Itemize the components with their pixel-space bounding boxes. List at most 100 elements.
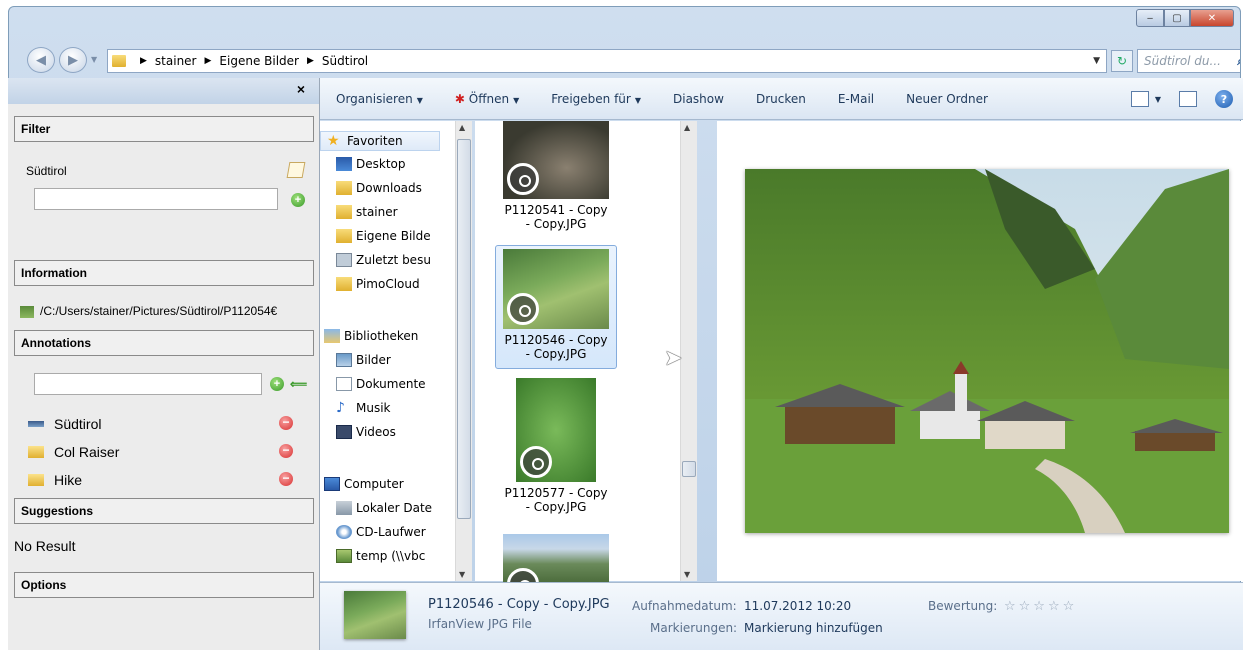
breadcrumb-eigene-bilder[interactable]: Eigene Bilder — [219, 54, 299, 68]
add-annotation-icon[interactable]: + — [270, 377, 284, 391]
file-thumbnail — [516, 378, 596, 482]
details-filename: P1120546 - Copy - Copy.JPG — [428, 597, 610, 612]
folder-icon — [112, 55, 126, 67]
suggestions-header[interactable]: Suggestions — [14, 498, 314, 524]
search-placeholder: Südtirol du... — [1144, 54, 1221, 68]
annotation-item[interactable]: Col Raiser — [28, 444, 119, 460]
videos-icon — [336, 425, 352, 439]
star-icon: ★ — [327, 133, 340, 149]
address-dropdown-icon[interactable]: ▼ — [1087, 56, 1106, 66]
annotation-label: Südtirol — [54, 416, 102, 432]
breadcrumb-suedtirol[interactable]: Südtirol — [322, 54, 368, 68]
annotation-input[interactable] — [34, 373, 262, 395]
nav-scrollbar-thumb[interactable] — [457, 139, 471, 519]
rating-stars[interactable]: ☆☆☆☆☆ — [1004, 599, 1077, 614]
scroll-down-icon[interactable]: ▼ — [684, 570, 690, 579]
remove-annotation-icon[interactable]: − — [279, 444, 293, 458]
folder-icon — [336, 205, 352, 219]
details-filetype: IrfanView JPG File — [428, 617, 532, 631]
minimize-button[interactable]: ‒ — [1136, 9, 1164, 27]
help-icon[interactable]: ? — [1215, 90, 1233, 108]
computer-icon — [324, 477, 340, 491]
video-overlay-icon — [520, 446, 552, 478]
details-thumbnail — [344, 591, 406, 639]
remove-annotation-icon[interactable]: − — [279, 416, 293, 430]
annotation-label: Col Raiser — [54, 444, 120, 460]
breadcrumb-separator-icon[interactable]: ▶ — [205, 56, 212, 66]
cd-drive-icon — [336, 525, 352, 539]
file-thumbnail — [503, 249, 609, 329]
back-button[interactable]: ◀ — [27, 47, 55, 73]
annotation-panel: × Filter Südtirol + Information /C:/User… — [8, 78, 320, 650]
file-thumbnail — [503, 121, 609, 199]
file-item-selected[interactable]: P1120546 - Copy - Copy.JPG — [495, 245, 617, 369]
recent-places-icon — [336, 253, 352, 267]
downloads-icon — [336, 181, 352, 195]
scroll-down-icon[interactable]: ▼ — [459, 570, 465, 579]
file-path: /C:/Users/stainer/Pictures/Südtirol/P112… — [40, 304, 278, 318]
navigation-pane: ★ Favoriten Desktop Downloads stainer Eig… — [320, 121, 472, 581]
maximize-button[interactable]: ▢ — [1164, 9, 1190, 27]
file-item[interactable] — [495, 531, 617, 588]
video-overlay-icon — [507, 163, 539, 195]
view-options-button[interactable]: ▼ — [1130, 91, 1161, 107]
annotations-header[interactable]: Annotations — [14, 330, 314, 356]
filter-header[interactable]: Filter — [14, 116, 314, 142]
scroll-up-icon[interactable]: ▲ — [684, 123, 690, 132]
file-list-scrollbar-thumb[interactable] — [682, 461, 696, 477]
file-name: P1120577 - Copy — [504, 486, 608, 500]
filter-tag: Südtirol — [26, 164, 67, 178]
new-folder-button[interactable]: Neuer Ordner — [906, 92, 988, 106]
organize-button[interactable]: Organisieren ▼ — [336, 92, 423, 106]
folder-icon — [336, 229, 352, 243]
add-filter-icon[interactable]: + — [291, 193, 305, 207]
file-item[interactable]: P1120541 - Copy - Copy.JPG — [495, 121, 617, 231]
breadcrumb-stainer[interactable]: stainer — [155, 54, 197, 68]
address-bar[interactable]: ▶ stainer ▶ Eigene Bilder ▶ Südtirol ▼ — [107, 49, 1107, 73]
scroll-up-icon[interactable]: ▲ — [459, 123, 465, 132]
information-header[interactable]: Information — [14, 260, 314, 286]
nav-favorites[interactable]: ★ Favoriten — [320, 131, 440, 151]
panel-titlebar: × — [8, 78, 319, 104]
details-tags-value[interactable]: Markierung hinzufügen — [744, 621, 883, 635]
file-list-scrollbar[interactable]: ▲ ▼ — [680, 121, 697, 581]
forward-button[interactable]: ▶ — [59, 47, 87, 73]
email-button[interactable]: E-Mail — [838, 92, 874, 106]
share-button[interactable]: Freigeben für ▼ — [551, 92, 641, 106]
preview-image — [745, 169, 1229, 533]
annotation-item[interactable]: Hike — [28, 472, 82, 488]
panel-close-icon[interactable]: × — [297, 81, 305, 97]
documents-icon — [336, 377, 352, 391]
slideshow-button[interactable]: Diashow — [673, 92, 724, 106]
details-date-value[interactable]: 11.07.2012 10:20 — [744, 599, 851, 613]
breadcrumb-separator-icon[interactable]: ▶ — [307, 56, 314, 66]
file-name: P1120541 - Copy — [504, 203, 608, 217]
preview-pane-icon[interactable] — [1179, 91, 1197, 107]
options-header[interactable]: Options — [14, 572, 314, 598]
annotation-label: Hike — [54, 472, 83, 488]
file-name: - Copy.JPG — [525, 347, 587, 361]
filter-input[interactable] — [34, 188, 278, 210]
nav-computer[interactable]: Computer — [324, 477, 466, 491]
desktop-icon — [336, 157, 352, 171]
file-item[interactable]: P1120577 - Copy - Copy.JPG — [495, 375, 617, 514]
remove-annotation-icon[interactable]: − — [279, 472, 293, 486]
mouse-cursor-icon: ➤ — [664, 346, 683, 371]
open-button[interactable]: ✱ Öffnen ▼ — [455, 92, 519, 106]
details-date-label: Aufnahmedatum: — [632, 599, 737, 613]
details-pane: P1120546 - Copy - Copy.JPG IrfanView JPG… — [320, 582, 1243, 650]
search-icon[interactable]: ⌕ — [1237, 54, 1240, 69]
nav-scrollbar[interactable]: ▲ ▼ — [455, 121, 472, 581]
close-button[interactable]: ✕ — [1190, 9, 1234, 27]
nav-libraries[interactable]: Bibliotheken — [324, 329, 466, 343]
search-input[interactable]: Südtirol du... ⌕ — [1137, 49, 1240, 73]
edit-icon[interactable] — [286, 162, 306, 178]
arrow-left-icon[interactable]: ⟸ — [290, 377, 307, 391]
breadcrumb-separator-icon[interactable]: ▶ — [140, 56, 147, 66]
open-icon: ✱ — [454, 91, 465, 106]
video-overlay-icon — [507, 293, 539, 325]
refresh-button[interactable]: ↻ — [1111, 50, 1133, 72]
print-button[interactable]: Drucken — [756, 92, 806, 106]
annotation-item[interactable]: Südtirol — [28, 416, 101, 432]
recent-pages-icon[interactable]: ▼ — [91, 55, 97, 64]
